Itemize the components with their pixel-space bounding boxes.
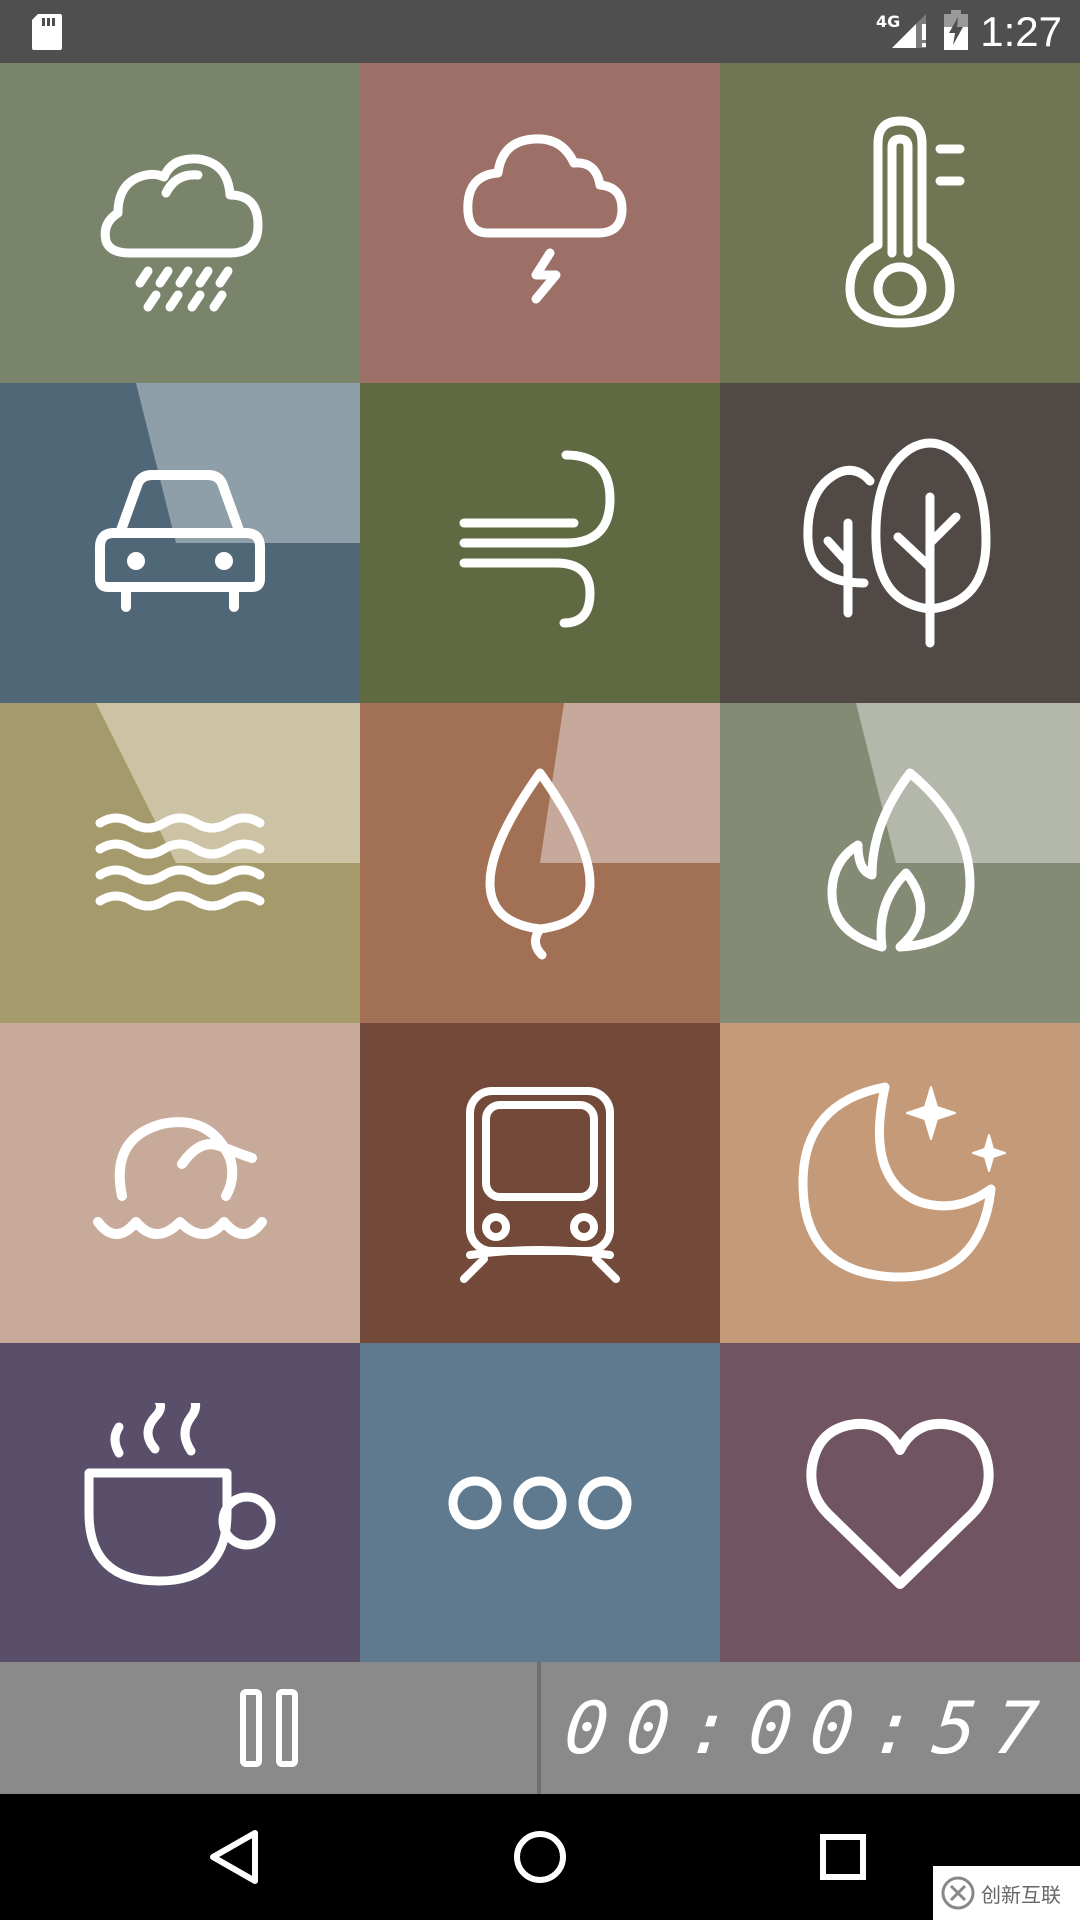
sound-grid <box>0 63 1080 1662</box>
battery-charging-icon <box>942 9 970 55</box>
navigation-bar <box>0 1794 1080 1920</box>
leaf-icon <box>485 768 595 960</box>
back-button[interactable] <box>200 1822 270 1892</box>
tile-more[interactable] <box>360 1343 720 1662</box>
tile-temperature[interactable] <box>720 63 1080 383</box>
tile-coffee[interactable] <box>0 1343 360 1662</box>
more-dots-icon <box>448 1476 632 1529</box>
tile-night[interactable] <box>720 1023 1080 1343</box>
thermometer-icon <box>845 116 965 328</box>
tile-water[interactable] <box>0 703 360 1023</box>
wind-icon <box>459 450 615 628</box>
player-bar: 00:00:57 <box>0 1662 1080 1794</box>
car-icon <box>95 470 265 612</box>
heart-icon <box>806 1418 994 1589</box>
recents-button[interactable] <box>808 1822 878 1892</box>
tile-thunderstorm[interactable] <box>360 63 720 383</box>
tile-car[interactable] <box>0 383 360 703</box>
recents-icon <box>820 1834 866 1880</box>
tile-wind[interactable] <box>360 383 720 703</box>
pause-icon <box>239 1689 298 1767</box>
status-clock: 1:27 <box>980 8 1062 55</box>
tile-forest[interactable] <box>720 383 1080 703</box>
watermark-logo-icon <box>941 1876 975 1910</box>
tile-train[interactable] <box>360 1023 720 1343</box>
tile-fire[interactable] <box>720 703 1080 1023</box>
thunder-cloud-icon <box>463 134 627 304</box>
cell-signal-icon <box>888 10 932 54</box>
pause-button[interactable] <box>0 1662 537 1794</box>
flame-icon <box>827 768 975 952</box>
status-bar: 4G 1:27 <box>0 0 1080 63</box>
home-button[interactable] <box>505 1822 575 1892</box>
watermark-text: 创新互联 <box>981 1882 1061 1907</box>
tile-favorites[interactable] <box>720 1343 1080 1662</box>
sd-card-icon <box>30 12 70 52</box>
rain-cloud-icon <box>100 154 263 312</box>
home-icon <box>514 1831 566 1883</box>
back-icon <box>210 1830 258 1884</box>
coffee-cup-icon <box>84 1402 276 1585</box>
train-icon <box>460 1087 620 1283</box>
tile-leaf[interactable] <box>360 703 720 1023</box>
waves-icon <box>95 813 265 911</box>
moon-stars-icon <box>798 1082 1006 1282</box>
tile-rain[interactable] <box>0 63 360 383</box>
ocean-wave-icon <box>93 1117 267 1239</box>
trees-icon <box>803 438 991 648</box>
tile-ocean[interactable] <box>0 1023 360 1343</box>
timer-display: 00:00:57 <box>560 1686 1061 1770</box>
watermark: 创新互联 <box>933 1866 1080 1920</box>
